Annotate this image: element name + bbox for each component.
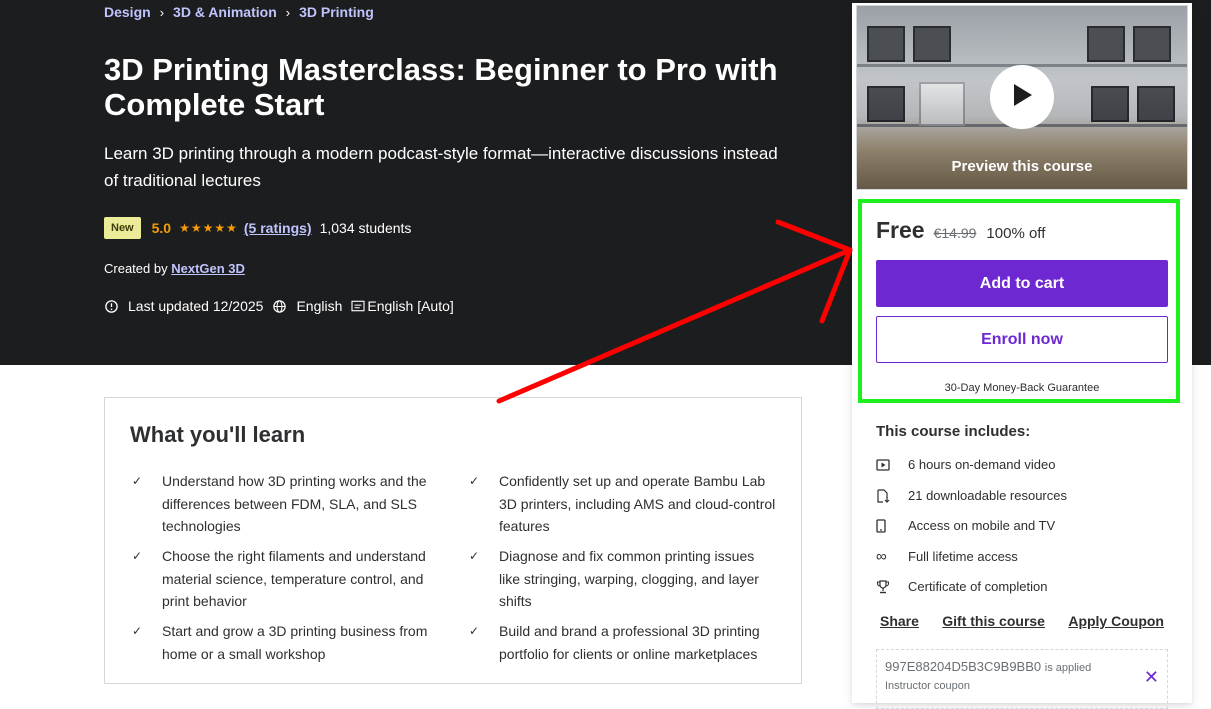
course-captions: English [Auto] xyxy=(367,298,454,314)
purchase-sidebar: Preview this course Free €14.99 100% off… xyxy=(852,3,1192,709)
play-button[interactable] xyxy=(990,65,1054,129)
learn-title: What you'll learn xyxy=(130,422,306,447)
video-icon xyxy=(876,458,908,471)
ratings-count-link[interactable]: (5 ratings) xyxy=(244,220,312,236)
learn-item: ✓ Understand how 3D printing works and t… xyxy=(130,470,430,538)
learn-item-text: Start and grow a 3D printing business fr… xyxy=(162,623,428,662)
applied-coupon: 997E88204D5B3C9B9BB0 is applied Instruct… xyxy=(876,649,1168,709)
chevron-right-icon: › xyxy=(159,4,165,20)
check-icon: ✓ xyxy=(469,474,480,488)
check-icon: ✓ xyxy=(132,474,143,488)
breadcrumb: Design › 3D & Animation › 3D Printing xyxy=(104,4,374,20)
learn-item: ✓ Diagnose and fix common printing issue… xyxy=(467,545,779,613)
course-subtitle: Learn 3D printing through a modern podca… xyxy=(104,144,778,190)
globe-icon xyxy=(272,299,287,314)
check-icon: ✓ xyxy=(469,549,480,563)
action-links: Share Gift this course Apply Coupon xyxy=(880,613,1164,629)
includes-title: This course includes: xyxy=(876,423,1031,440)
include-item: ∞ Full lifetime access xyxy=(876,548,1018,565)
learn-item-text: Choose the right filaments and understan… xyxy=(162,548,426,609)
learn-item-text: Build and brand a professional 3D printi… xyxy=(499,623,760,662)
learn-item-text: Understand how 3D printing works and the… xyxy=(162,473,427,534)
learn-item: ✓ Build and brand a professional 3D prin… xyxy=(467,620,779,665)
rating-score: 5.0 xyxy=(151,220,172,236)
include-item: 6 hours on-demand video xyxy=(876,457,1055,472)
students-count: 1,034 students xyxy=(319,220,412,236)
highlight-box xyxy=(858,199,1180,403)
breadcrumb-design[interactable]: Design xyxy=(104,4,151,20)
what-youll-learn: What you'll learn ✓ Understand how 3D pr… xyxy=(104,397,802,684)
course-title: 3D Printing Masterclass: Beginner to Pro… xyxy=(104,52,778,122)
closed-captions-icon xyxy=(351,300,365,312)
include-text: 21 downloadable resources xyxy=(908,488,1067,503)
include-item: 21 downloadable resources xyxy=(876,488,1067,503)
breadcrumb-3d-animation[interactable]: 3D & Animation xyxy=(173,4,277,20)
apply-coupon-link[interactable]: Apply Coupon xyxy=(1068,613,1164,629)
coupon-code: 997E88204D5B3C9B9BB0 xyxy=(885,659,1042,674)
preview-label: Preview this course xyxy=(951,158,1093,175)
star-rating-icon: ★★★★★ xyxy=(179,221,238,235)
rating-row: New 5.0 ★★★★★ (5 ratings) 1,034 students xyxy=(104,217,411,239)
include-text: Access on mobile and TV xyxy=(908,518,1056,533)
play-icon xyxy=(1011,83,1033,112)
breadcrumb-3d-printing[interactable]: 3D Printing xyxy=(299,4,374,20)
mobile-icon xyxy=(876,518,908,533)
close-icon[interactable]: ✕ xyxy=(1144,667,1159,688)
learn-item: ✓ Start and grow a 3D printing business … xyxy=(130,620,430,665)
check-icon: ✓ xyxy=(132,549,143,563)
created-by-label: Created by xyxy=(104,261,168,276)
download-file-icon xyxy=(876,488,908,503)
share-link[interactable]: Share xyxy=(880,613,919,629)
include-item: Certificate of completion xyxy=(876,579,1047,594)
new-badge: New xyxy=(104,217,141,239)
include-text: Certificate of completion xyxy=(908,579,1048,594)
last-updated: Last updated 12/2025 xyxy=(128,298,264,314)
learn-item: ✓ Choose the right filaments and underst… xyxy=(130,545,430,613)
course-preview[interactable]: Preview this course xyxy=(856,5,1188,190)
infinity-icon: ∞ xyxy=(876,548,887,565)
created-by: Created by NextGen 3D xyxy=(104,261,245,276)
course-meta: Last updated 12/2025 English English [Au… xyxy=(104,298,454,314)
gift-course-link[interactable]: Gift this course xyxy=(942,613,1045,629)
learn-item-text: Confidently set up and operate Bambu Lab… xyxy=(499,473,776,534)
course-language: English xyxy=(296,298,343,314)
trophy-icon xyxy=(876,579,908,594)
coupon-type: Instructor coupon xyxy=(885,680,970,692)
include-text: 6 hours on-demand video xyxy=(908,457,1056,472)
learn-item: ✓ Confidently set up and operate Bambu L… xyxy=(467,470,779,538)
chevron-right-icon: › xyxy=(285,4,291,20)
check-icon: ✓ xyxy=(132,624,143,638)
include-item: Access on mobile and TV xyxy=(876,518,1055,533)
check-icon: ✓ xyxy=(469,624,480,638)
learn-item-text: Diagnose and fix common printing issues … xyxy=(499,548,759,609)
coupon-applied-text: is applied xyxy=(1044,662,1092,674)
alert-clock-icon xyxy=(104,299,119,314)
instructor-link[interactable]: NextGen 3D xyxy=(171,261,245,276)
include-text: Full lifetime access xyxy=(908,549,1018,564)
